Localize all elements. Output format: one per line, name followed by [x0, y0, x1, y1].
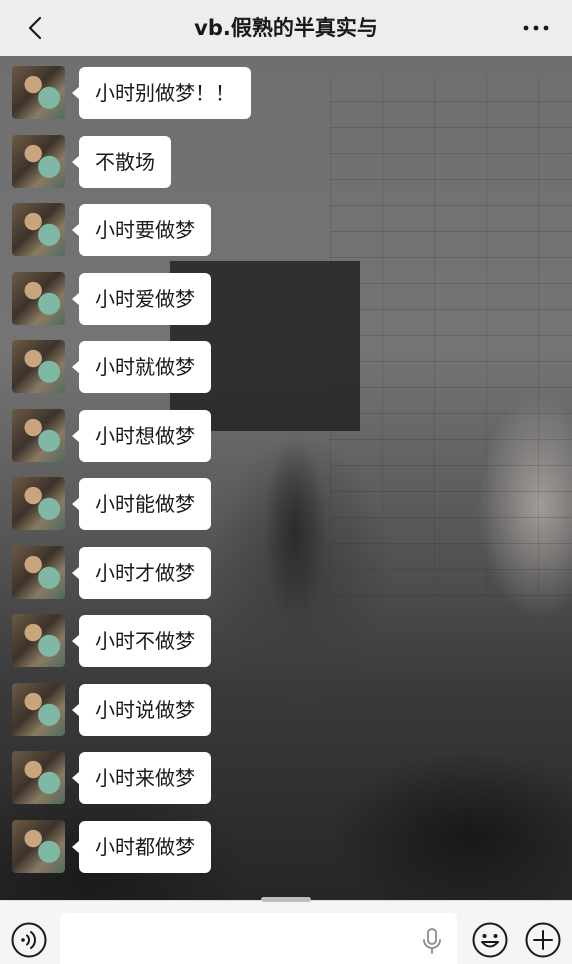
message-bubble[interactable]: 小时说做梦 [72, 683, 211, 736]
microphone-icon[interactable] [421, 927, 443, 955]
message-bubble[interactable]: 小时爱做梦 [72, 272, 211, 325]
chat-header: vb.假熟的半真实与 [0, 0, 572, 56]
input-toolbar [0, 900, 572, 964]
avatar[interactable] [12, 271, 65, 325]
message-bubble[interactable]: 小时能做梦 [72, 478, 211, 530]
avatar[interactable] [12, 134, 65, 188]
message-bubble[interactable]: 小时才做梦 [72, 546, 211, 599]
message-bubble[interactable]: 不散场 [72, 135, 171, 188]
avatar[interactable] [12, 819, 65, 873]
message-bubble[interactable]: 小时别做梦！！ [72, 67, 251, 119]
message-bubble[interactable]: 小时不做梦 [72, 615, 211, 667]
avatar[interactable] [12, 408, 65, 462]
message-list[interactable]: 小时别做梦！！ 不散场 小时要做梦 小时爱做梦 小时就做梦 小时想做梦 小时能做… [0, 56, 572, 900]
message-bubble[interactable]: 小时想做梦 [72, 409, 211, 462]
message-input[interactable] [60, 913, 457, 964]
voice-input-icon[interactable] [10, 921, 48, 959]
avatar[interactable] [12, 203, 65, 256]
message-bubble[interactable]: 小时都做梦 [72, 820, 211, 873]
avatar[interactable] [12, 545, 65, 599]
drag-handle[interactable] [261, 897, 311, 902]
ellipsis-icon[interactable] [518, 14, 554, 42]
avatar[interactable] [12, 340, 65, 393]
avatar[interactable] [12, 66, 65, 119]
chat-title: vb.假熟的半真实与 [194, 16, 378, 40]
avatar[interactable] [12, 477, 65, 530]
chevron-left-icon[interactable] [22, 14, 50, 42]
message-bubble[interactable]: 小时要做梦 [72, 204, 211, 256]
message-bubble[interactable]: 小时来做梦 [72, 752, 211, 804]
plus-icon[interactable] [524, 921, 562, 959]
emoji-icon[interactable] [471, 921, 509, 959]
message-bubble[interactable]: 小时就做梦 [72, 341, 211, 393]
avatar[interactable] [12, 682, 65, 736]
avatar[interactable] [12, 614, 65, 667]
avatar[interactable] [12, 751, 65, 804]
